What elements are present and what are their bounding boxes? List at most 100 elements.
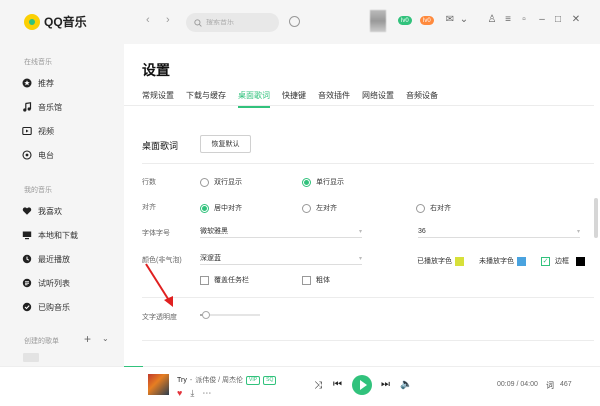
star-icon [22, 78, 32, 88]
sidebar-item-trial-list[interactable]: 试听列表 [22, 276, 70, 290]
caret-down-icon: ▾ [358, 228, 362, 235]
vip-badge-orange[interactable]: lv0 [420, 16, 434, 25]
section-divider [142, 340, 594, 341]
forward-arrow-icon[interactable]: › [166, 14, 170, 26]
slider-handle[interactable] [202, 311, 210, 319]
maximize-icon[interactable]: □ [552, 14, 564, 26]
video-icon [22, 126, 32, 136]
search-input[interactable] [206, 19, 266, 26]
played-color-picker[interactable]: 已播放字色 [417, 256, 464, 266]
page-title: 设置 [142, 62, 170, 78]
more-icon[interactable]: ⋯ [202, 388, 211, 399]
minimize-icon[interactable]: – [536, 14, 548, 26]
chevron-down-icon[interactable]: ⌄ [102, 334, 109, 343]
border-color-swatch[interactable] [576, 256, 585, 266]
created-playlists-header: 创建的歌单 [24, 338, 59, 345]
font-size-select[interactable]: 36 ▾ [418, 225, 580, 238]
restore-default-button[interactable]: 恢复默认 [200, 135, 251, 153]
song-artist[interactable]: 派伟俊 / 周杰伦 [195, 375, 243, 385]
playlist-count[interactable]: 467 [560, 381, 572, 388]
lyrics-icon[interactable]: 词 [546, 380, 554, 391]
font-size-value: 36 [418, 227, 426, 235]
radio-align-left[interactable]: 左对齐 [302, 203, 337, 213]
sidebar-item-label: 试听列表 [38, 278, 70, 288]
radio-dot [302, 203, 311, 213]
radio-label: 居中对齐 [214, 205, 242, 212]
caret-down-icon: ▾ [576, 228, 580, 235]
playback-progress[interactable] [124, 366, 600, 367]
search-box[interactable] [186, 13, 279, 32]
monitor-icon [22, 230, 32, 240]
voice-search-icon[interactable] [289, 16, 300, 27]
previous-icon[interactable]: ⏮ [333, 379, 342, 390]
search-icon [194, 18, 202, 27]
radio-align-center[interactable]: 居中对齐 [200, 203, 242, 213]
font-family-select[interactable]: 微软雅黑 ▾ [200, 225, 362, 238]
radio-dot [200, 203, 209, 213]
cover-taskbar-checkbox[interactable]: 覆盖任务栏 [200, 275, 249, 285]
menu-icon[interactable]: ≡ [502, 14, 514, 26]
color-scheme-select[interactable]: 深邃蓝 ▾ [200, 252, 362, 265]
volume-icon[interactable]: 🔈 [400, 379, 412, 390]
back-arrow-icon[interactable]: ‹ [146, 14, 150, 26]
qq-music-logo-icon [24, 13, 40, 30]
play-button[interactable] [352, 375, 372, 395]
unplayed-color-swatch[interactable] [517, 256, 526, 266]
red-arrow-annotation [145, 263, 173, 307]
sidebar-item-label: 视频 [38, 126, 54, 136]
heart-icon [22, 206, 32, 216]
album-cover[interactable] [148, 374, 169, 395]
sidebar-item-recent[interactable]: 最近播放 [22, 252, 70, 266]
radio-dot [200, 177, 209, 187]
color-scheme-value: 深邃蓝 [200, 255, 221, 262]
border-checkbox[interactable]: ✓ 边框 [541, 256, 585, 266]
online-music-header: 在线音乐 [24, 59, 52, 66]
unplayed-color-picker[interactable]: 未播放字色 [479, 256, 526, 266]
purchased-icon [22, 302, 32, 312]
checkbox-box [302, 275, 311, 285]
opacity-slider[interactable] [200, 311, 260, 319]
align-label: 对齐 [142, 204, 156, 211]
app-name: QQ音乐 [44, 15, 87, 29]
radio-single-line[interactable]: 单行显示 [302, 177, 344, 187]
mini-mode-icon[interactable]: ▫ [518, 14, 530, 26]
shuffle-icon[interactable]: ⤨ [314, 380, 322, 391]
radio-double-line[interactable]: 双行显示 [200, 177, 242, 187]
sidebar-item-music-hall[interactable]: 音乐馆 [22, 100, 62, 114]
checkbox-label: 粗体 [316, 277, 330, 284]
close-icon[interactable]: ✕ [570, 14, 582, 26]
app-logo[interactable]: QQ音乐 [24, 13, 87, 30]
sidebar-item-label: 音乐馆 [38, 102, 62, 112]
scrollbar[interactable] [594, 198, 598, 238]
sidebar-item-favorites[interactable]: 我喜欢 [22, 204, 62, 218]
sidebar-item-purchased[interactable]: 已购音乐 [22, 300, 70, 314]
add-playlist-button[interactable]: + [84, 333, 91, 345]
bold-checkbox[interactable]: 粗体 [302, 275, 330, 285]
next-icon[interactable]: ⏭ [381, 379, 390, 390]
avatar[interactable] [370, 10, 386, 32]
mail-icon[interactable]: ✉ [444, 14, 456, 26]
sidebar-item-label: 本地和下载 [38, 230, 78, 240]
section-title: 桌面歌词 [142, 141, 179, 151]
skin-icon[interactable]: ♙ [486, 14, 498, 26]
vip-badge-green[interactable]: lv0 [398, 16, 412, 25]
radio-label: 左对齐 [316, 205, 337, 212]
heart-icon[interactable]: ♥ [177, 388, 182, 399]
sidebar-item-recommend[interactable]: 推荐 [22, 76, 54, 90]
caret-down-icon: ▾ [358, 255, 362, 262]
song-title[interactable]: Try [177, 377, 187, 384]
sidebar-item-video[interactable]: 视频 [22, 124, 54, 138]
sidebar-item-local-download[interactable]: 本地和下载 [22, 228, 78, 242]
chevron-down-icon[interactable]: ⌄ [458, 14, 470, 26]
download-icon[interactable]: ⤓ [190, 388, 194, 399]
sq-tag: SQ [263, 375, 277, 385]
sidebar-item-radio[interactable]: 电台 [22, 148, 54, 162]
played-color-swatch[interactable] [455, 256, 464, 266]
rows-label: 行数 [142, 179, 156, 186]
radio-dot [416, 203, 425, 213]
playlist-item[interactable] [23, 353, 39, 362]
radio-align-right[interactable]: 右对齐 [416, 203, 451, 213]
radio-dot [302, 177, 311, 187]
unplayed-color-label: 未播放字色 [479, 258, 514, 265]
my-music-header: 我的音乐 [24, 187, 52, 194]
